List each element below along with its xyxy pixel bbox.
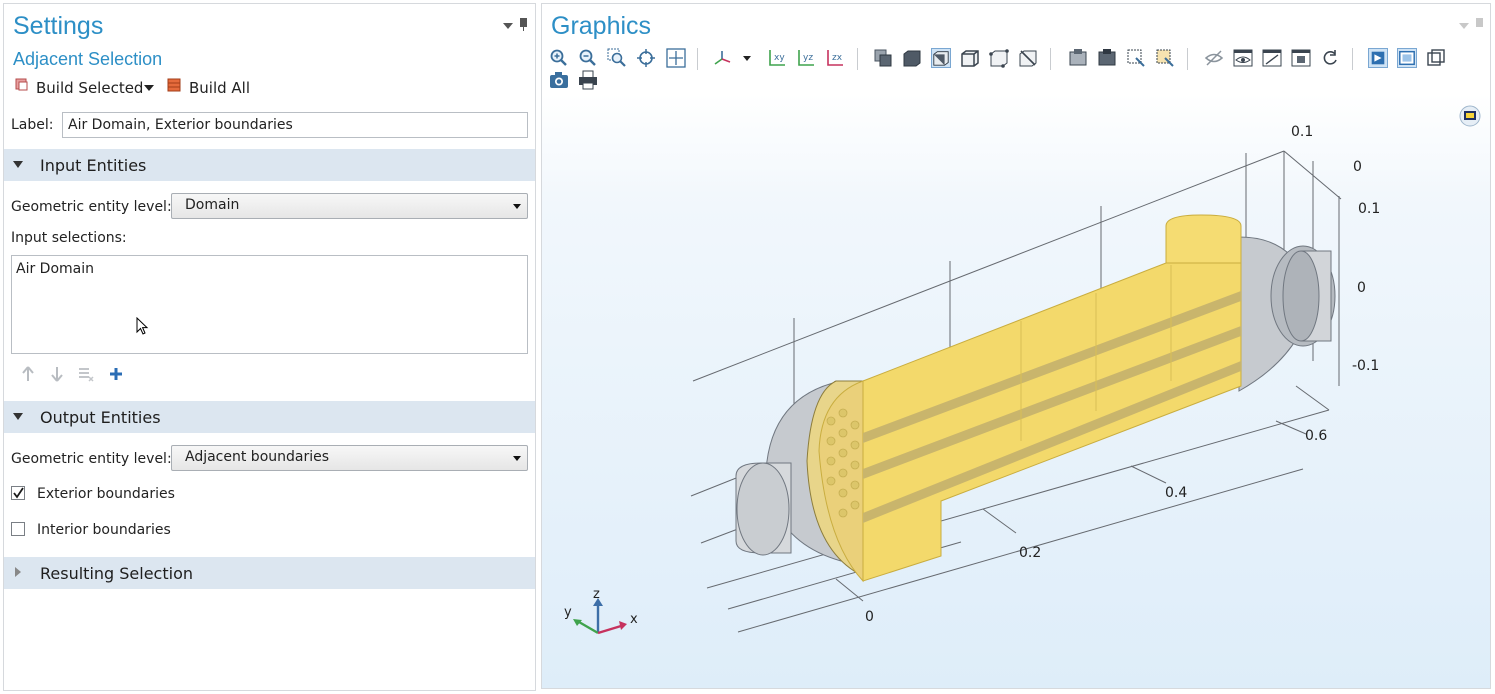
chevron-down-icon	[513, 204, 521, 209]
svg-text:yz: yz	[803, 53, 813, 63]
view-axis-icon[interactable]	[712, 48, 732, 68]
deselect-all-icon[interactable]	[1097, 48, 1117, 68]
zoom-selected-icon[interactable]	[636, 48, 656, 68]
triad-x-label: x	[630, 612, 638, 627]
output-level-caption: Geometric entity level:	[11, 451, 172, 467]
settings-subtitle: Adjacent Selection	[13, 49, 163, 69]
graphics-panel: Graphics xy yz zx 0 0.2 0.4 0.6 0.1 0 0.…	[541, 3, 1491, 689]
triad-y-label: y	[564, 605, 572, 620]
zoom-in-icon[interactable]	[549, 48, 569, 68]
z-tick-label: 0.1	[1358, 201, 1381, 217]
chevron-down-icon[interactable]	[144, 85, 154, 91]
chevron-down-icon	[513, 456, 521, 461]
input-entities-label: Input Entities	[40, 156, 147, 175]
output-level-value: Adjacent boundaries	[185, 449, 330, 465]
x-tick-label: 0.6	[1305, 428, 1328, 444]
hide-selected-icon[interactable]	[1262, 48, 1282, 68]
wireframe-icon[interactable]	[1397, 48, 1417, 68]
hide-icon[interactable]	[1204, 48, 1224, 68]
panel-menu-icon[interactable]	[1459, 23, 1469, 29]
input-selections-caption: Input selections:	[11, 230, 127, 246]
select-objects-icon[interactable]	[873, 48, 893, 68]
input-level-select[interactable]: Domain	[171, 193, 528, 219]
select-domains-icon[interactable]	[902, 48, 922, 68]
interior-boundaries-checkbox[interactable]	[11, 522, 25, 536]
build-all-label: Build All	[189, 79, 251, 97]
output-entities-section-header[interactable]: Output Entities	[4, 401, 535, 433]
output-level-select[interactable]: Adjacent boundaries	[171, 445, 528, 471]
view-zx-icon[interactable]: zx	[825, 48, 845, 68]
exterior-boundaries-label[interactable]: Exterior boundaries	[37, 486, 175, 502]
settings-panel: Settings Adjacent Selection Build Select…	[3, 3, 536, 691]
graphics-title: Graphics	[551, 12, 652, 40]
label-field[interactable]: Air Domain, Exterior boundaries	[62, 112, 528, 138]
heat-exchanger-core[interactable]	[818, 214, 1242, 583]
build-selected-label: Build Selected	[36, 79, 144, 97]
z-tick-label: -0.1	[1352, 358, 1380, 374]
pin-icon[interactable]	[1476, 18, 1483, 27]
clear-selection-icon[interactable]	[1018, 48, 1038, 68]
y-tick-label: 0	[1353, 159, 1362, 175]
output-entities-label: Output Entities	[40, 408, 161, 427]
view-yz-icon[interactable]: yz	[796, 48, 816, 68]
clear-list-icon[interactable]	[78, 366, 94, 382]
transparency-icon[interactable]	[1368, 48, 1388, 68]
graphics-viewport[interactable]	[542, 94, 1490, 688]
build-selected-button[interactable]: Build Selected	[12, 76, 154, 98]
panel-menu-icon[interactable]	[503, 23, 513, 29]
svg-text:zx: zx	[832, 53, 843, 63]
show-selected-icon[interactable]	[1291, 48, 1311, 68]
x-tick-label: 0.4	[1165, 485, 1188, 501]
move-down-icon[interactable]	[50, 366, 64, 382]
select-box-icon[interactable]	[1126, 48, 1146, 68]
svg-text:xy: xy	[774, 53, 785, 63]
select-boundaries-icon[interactable]	[931, 48, 951, 68]
triad-z-label: z	[593, 587, 600, 602]
interior-boundaries-label[interactable]: Interior boundaries	[37, 522, 171, 538]
input-level-value: Domain	[185, 197, 240, 213]
add-icon[interactable]	[108, 366, 124, 382]
y-tick-label: 0.1	[1291, 124, 1314, 140]
chevron-down-icon[interactable]	[743, 56, 751, 61]
collapse-icon	[13, 161, 23, 168]
label-field-value: Air Domain, Exterior boundaries	[68, 117, 293, 133]
settings-title: Settings	[13, 12, 104, 40]
move-up-icon[interactable]	[21, 366, 35, 382]
select-inside-icon[interactable]	[1155, 48, 1175, 68]
x-tick-label: 0	[865, 609, 874, 625]
camera-icon[interactable]	[549, 70, 569, 90]
label-caption: Label:	[11, 117, 54, 133]
zoom-out-icon[interactable]	[578, 48, 598, 68]
print-icon[interactable]	[578, 70, 598, 90]
build-selected-icon	[15, 78, 28, 91]
input-level-caption: Geometric entity level:	[11, 199, 172, 215]
collapse-icon	[13, 413, 23, 420]
input-selections-list[interactable]: Air Domain	[11, 255, 528, 354]
zoom-box-icon[interactable]	[607, 48, 627, 68]
mouse-cursor-icon	[136, 317, 149, 335]
select-points-icon[interactable]	[989, 48, 1009, 68]
list-item[interactable]: Air Domain	[16, 261, 94, 277]
render-mode-icon[interactable]	[1426, 48, 1446, 68]
show-icon[interactable]	[1233, 48, 1253, 68]
input-entities-section-header[interactable]: Input Entities	[4, 149, 535, 181]
reset-hiding-icon[interactable]	[1320, 48, 1340, 68]
build-all-icon	[167, 78, 181, 92]
z-tick-label: 0	[1357, 280, 1366, 296]
exterior-boundaries-checkbox[interactable]	[11, 486, 25, 500]
zoom-extents-icon[interactable]	[666, 48, 686, 68]
view-xy-icon[interactable]: xy	[767, 48, 787, 68]
right-end-cap[interactable]	[1238, 236, 1336, 392]
x-tick-label: 0.2	[1019, 545, 1042, 561]
select-all-icon[interactable]	[1068, 48, 1088, 68]
checkmark-icon	[13, 487, 24, 499]
resulting-selection-label: Resulting Selection	[40, 564, 193, 583]
select-edges-icon[interactable]	[960, 48, 980, 68]
resulting-selection-section-header[interactable]: Resulting Selection	[4, 557, 535, 589]
expand-icon	[15, 567, 21, 577]
build-all-button[interactable]: Build All	[164, 76, 254, 98]
